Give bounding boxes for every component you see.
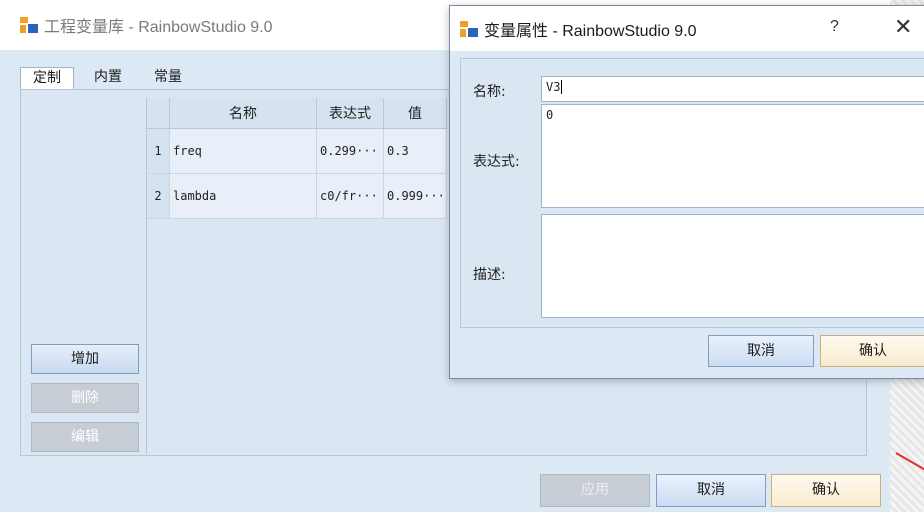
table-header-row: 名称 表达式 值 xyxy=(147,98,447,129)
cell-expression[interactable]: 0.299··· xyxy=(316,128,384,174)
column-header-name[interactable]: 名称 xyxy=(169,98,317,129)
dialog-ok-button[interactable]: 确认 xyxy=(820,335,924,367)
tab-bar: 定制 内置 常量 xyxy=(20,67,202,90)
cell-value[interactable]: 0.3 xyxy=(383,128,447,174)
tab-builtin[interactable]: 内置 xyxy=(82,67,134,89)
column-header-value[interactable]: 值 xyxy=(383,98,447,129)
row-number: 1 xyxy=(147,128,170,174)
dialog-form: 名称: V3 表达式: 0 描述: xyxy=(460,58,924,328)
dialog-title: 变量属性 - RainbowStudio 9.0 xyxy=(484,22,697,40)
cancel-button[interactable]: 取消 xyxy=(656,474,766,507)
cell-expression[interactable]: c0/fr··· xyxy=(316,173,384,219)
cell-value[interactable]: 0.999··· xyxy=(383,173,447,219)
table-row[interactable]: 2 lambda c0/fr··· 0.999··· xyxy=(147,173,447,219)
column-header-expression[interactable]: 表达式 xyxy=(316,98,384,129)
expression-label: 表达式: xyxy=(473,154,520,170)
variable-properties-dialog: 变量属性 - RainbowStudio 9.0 ? ✕ 名称: V3 表达式:… xyxy=(449,5,924,379)
tab-custom[interactable]: 定制 xyxy=(20,67,74,90)
cell-name[interactable]: lambda xyxy=(169,173,317,219)
row-number: 2 xyxy=(147,173,170,219)
app-icon xyxy=(20,17,38,33)
help-icon[interactable]: ? xyxy=(830,18,839,36)
dialog-app-icon xyxy=(460,20,478,37)
name-field[interactable]: V3 xyxy=(541,76,924,102)
main-window-title: 工程变量库 - RainbowStudio 9.0 xyxy=(44,19,273,36)
edit-button[interactable]: 编辑 xyxy=(31,422,139,452)
close-icon[interactable]: ✕ xyxy=(894,16,912,38)
add-button[interactable]: 增加 xyxy=(31,344,139,374)
apply-button[interactable]: 应用 xyxy=(540,474,650,507)
cell-name[interactable]: freq xyxy=(169,128,317,174)
canvas-red-line xyxy=(895,452,924,474)
expression-field[interactable]: 0 xyxy=(541,104,924,208)
name-field-value: V3 xyxy=(546,80,561,94)
description-label: 描述: xyxy=(473,267,506,283)
name-label: 名称: xyxy=(473,84,506,100)
row-number-header xyxy=(147,98,170,129)
tab-constants[interactable]: 常量 xyxy=(142,67,194,89)
dialog-cancel-button[interactable]: 取消 xyxy=(708,335,814,367)
table-row[interactable]: 1 freq 0.299··· 0.3 xyxy=(147,128,447,174)
dialog-titlebar[interactable]: 变量属性 - RainbowStudio 9.0 ? ✕ xyxy=(450,6,924,51)
ok-button[interactable]: 确认 xyxy=(771,474,881,507)
text-cursor xyxy=(561,80,563,94)
delete-button[interactable]: 删除 xyxy=(31,383,139,413)
description-field[interactable] xyxy=(541,214,924,318)
